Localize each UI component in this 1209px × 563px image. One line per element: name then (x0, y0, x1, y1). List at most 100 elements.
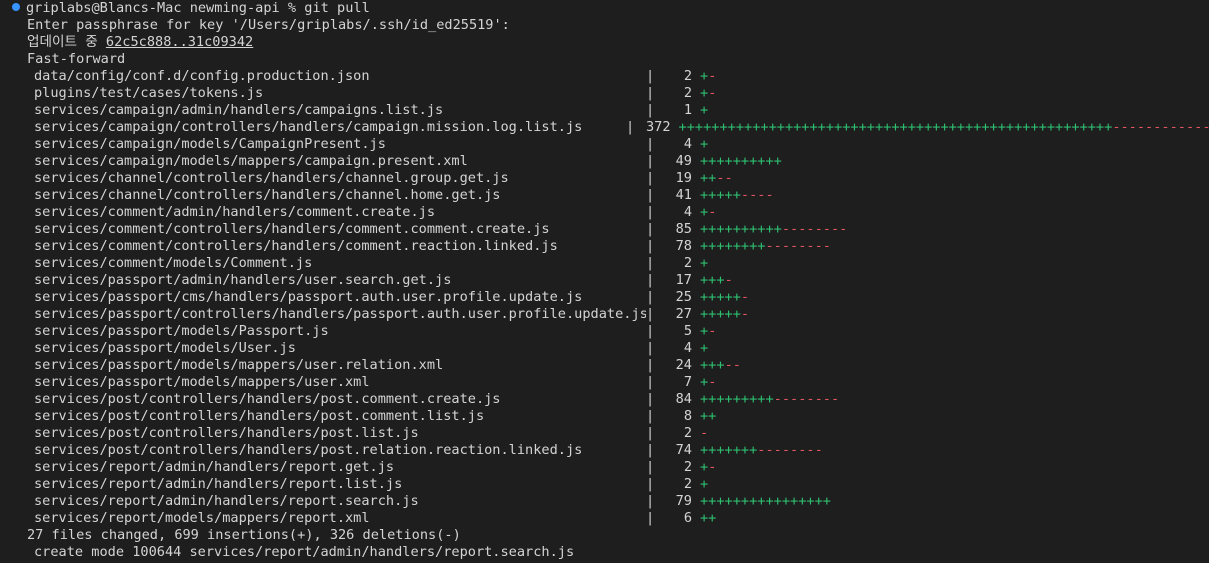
diffstat-separator: | (646, 391, 655, 407)
updating-range: 62c5c888..31c09342 (105, 34, 254, 50)
diffstat-graph: +++++- (700, 289, 749, 306)
diffstat-graph: +- (700, 85, 716, 102)
diffstat-graph: +++-- (700, 357, 741, 374)
diffstat-insertions: ++++++++++++++++++++++++++++++++++++++++… (678, 119, 1113, 135)
diffstat-separator: | (646, 102, 655, 118)
diffstat-deletions: - (700, 425, 709, 441)
diffstat-row: services/report/admin/handlers/report.li… (0, 476, 1209, 493)
diffstat-row: services/report/admin/handlers/report.ge… (0, 459, 1209, 476)
diffstat-graph: - (700, 425, 708, 442)
diffstat-insertions: +++++++ (700, 442, 758, 458)
diffstat-graph: + (700, 136, 708, 153)
diffstat-insertions: ++++++++++ (700, 153, 782, 169)
prompt-line: griplabs@Blancs-Mac newming-api % git pu… (0, 0, 1209, 17)
diffstat-file-path: services/campaign/admin/handlers/campaig… (34, 102, 444, 118)
diffstat-change-count: 85 (675, 221, 692, 237)
diffstat-change-count: 8 (683, 408, 692, 424)
diffstat-row: services/passport/admin/handlers/user.se… (0, 272, 1209, 289)
diffstat-insertions: +++ (700, 272, 725, 288)
diffstat-file-path: services/campaign/controllers/handlers/c… (34, 119, 583, 135)
diffstat-separator: | (646, 204, 655, 220)
diffstat-graph: + (700, 255, 708, 272)
diffstat-change-count: 79 (675, 493, 692, 509)
diffstat-file-path: services/passport/models/mappers/user.re… (34, 357, 444, 373)
diffstat-change-count: 2 (683, 425, 692, 441)
diffstat-insertions: +++++ (700, 289, 741, 305)
diffstat-deletions: - (708, 68, 717, 84)
diffstat-graph: +++- (700, 272, 733, 289)
diffstat-insertions: +++ (700, 357, 725, 373)
diffstat-change-count: 1 (683, 102, 692, 118)
diffstat-insertions: + (700, 136, 709, 152)
diffstat-change-count: 17 (675, 272, 692, 288)
updating-label: 업데이트 중 (27, 34, 98, 50)
diffstat-graph: + (700, 340, 708, 357)
diffstat-deletions: -------------- (1112, 119, 1209, 135)
diffstat-graph: ++++++++-------- (700, 238, 831, 255)
diffstat-file-path: services/passport/controllers/handlers/p… (34, 306, 646, 322)
diffstat-file-path: services/channel/controllers/handlers/ch… (34, 170, 509, 186)
diffstat-deletions: - (708, 323, 717, 339)
diffstat-change-count: 24 (675, 357, 692, 373)
diffstat-file-path: services/channel/controllers/handlers/ch… (34, 187, 501, 203)
terminal-window[interactable]: griplabs@Blancs-Mac newming-api % git pu… (0, 0, 1209, 563)
diffstat-separator: | (646, 306, 655, 322)
diffstat-change-count: 372 (645, 119, 671, 135)
diffstat-row: plugins/test/cases/tokens.js | 2 +- (0, 85, 1209, 102)
prompt-symbol: % (287, 0, 297, 16)
diffstat-file-path: services/passport/models/Passport.js (34, 323, 329, 339)
diffstat-insertions: +++++ (700, 306, 741, 322)
diffstat-deletions: -------- (765, 238, 831, 254)
diffstat-graph: ++++++++++++++++++++++++++++++++++++++++… (679, 119, 1209, 136)
diffstat-separator: | (646, 255, 655, 271)
diffstat-file-path: services/comment/controllers/handlers/co… (34, 238, 558, 254)
diffstat-file-path: services/report/admin/handlers/report.li… (34, 476, 403, 492)
diffstat-insertions: +++++ (700, 187, 741, 203)
diffstat-file-path: services/comment/models/Comment.js (34, 255, 313, 271)
diffstat-file-path: services/report/models/mappers/report.xm… (34, 510, 370, 526)
diffstat-insertions: + (700, 340, 709, 356)
diffstat-graph: +++++++-------- (700, 442, 823, 459)
fast-forward-line: Fast-forward (27, 51, 126, 67)
diffstat-insertions: ++ (700, 408, 717, 424)
diffstat-change-count: 41 (675, 187, 692, 203)
diffstat-insertions: +++++++++ (700, 391, 774, 407)
diffstat-insertions: + (700, 323, 709, 339)
diffstat-separator: | (646, 221, 655, 237)
prompt-user-host: griplabs@Blancs-Mac (26, 0, 182, 16)
diffstat-insertions: ++++++++++++++++ (700, 493, 831, 509)
diffstat-change-count: 2 (683, 85, 692, 101)
diffstat-graph: ++-- (700, 170, 733, 187)
diffstat-row: services/passport/models/User.js | 4 + (0, 340, 1209, 357)
diffstat-deletions: -- (716, 170, 733, 186)
diffstat-separator: | (646, 493, 655, 509)
diffstat-file-path: services/report/admin/handlers/report.ge… (34, 459, 395, 475)
diffstat-separator: | (646, 459, 655, 475)
diffstat-row: services/post/controllers/handlers/post.… (0, 425, 1209, 442)
diffstat-separator: | (646, 425, 655, 441)
diffstat-separator: | (646, 374, 655, 390)
diffstat-file-path: services/post/controllers/handlers/post.… (34, 408, 485, 424)
diffstat-separator: | (646, 85, 655, 101)
diffstat-deletions: - (708, 85, 717, 101)
diffstat-deletions: ---- (740, 187, 774, 203)
diffstat-row: services/passport/models/Passport.js | 5 +- (0, 323, 1209, 340)
diffstat-insertions: ++++++++++ (700, 221, 782, 237)
diffstat-row: services/campaign/models/mappers/campaig… (0, 153, 1209, 170)
diffstat-change-count: 78 (675, 238, 692, 254)
diffstat-insertions: + (700, 374, 709, 390)
diffstat-row: data/config/conf.d/config.production.jso… (0, 68, 1209, 85)
diffstat-change-count: 84 (675, 391, 692, 407)
diffstat-row: services/campaign/admin/handlers/campaig… (0, 102, 1209, 119)
diffstat-file-path: services/campaign/models/mappers/campaig… (34, 153, 468, 169)
diffstat-row: services/comment/models/Comment.js | 2 + (0, 255, 1209, 272)
diffstat-change-count: 4 (683, 204, 692, 220)
diffstat-list: data/config/conf.d/config.production.jso… (0, 68, 1209, 527)
diffstat-insertions: + (700, 255, 709, 271)
diffstat-file-path: services/passport/models/User.js (34, 340, 296, 356)
diffstat-separator: | (646, 187, 655, 203)
diffstat-graph: +++++- (700, 306, 749, 323)
diffstat-row: services/post/controllers/handlers/post.… (0, 391, 1209, 408)
diffstat-deletions: -- (724, 357, 741, 373)
diffstat-row: services/channel/controllers/handlers/ch… (0, 170, 1209, 187)
